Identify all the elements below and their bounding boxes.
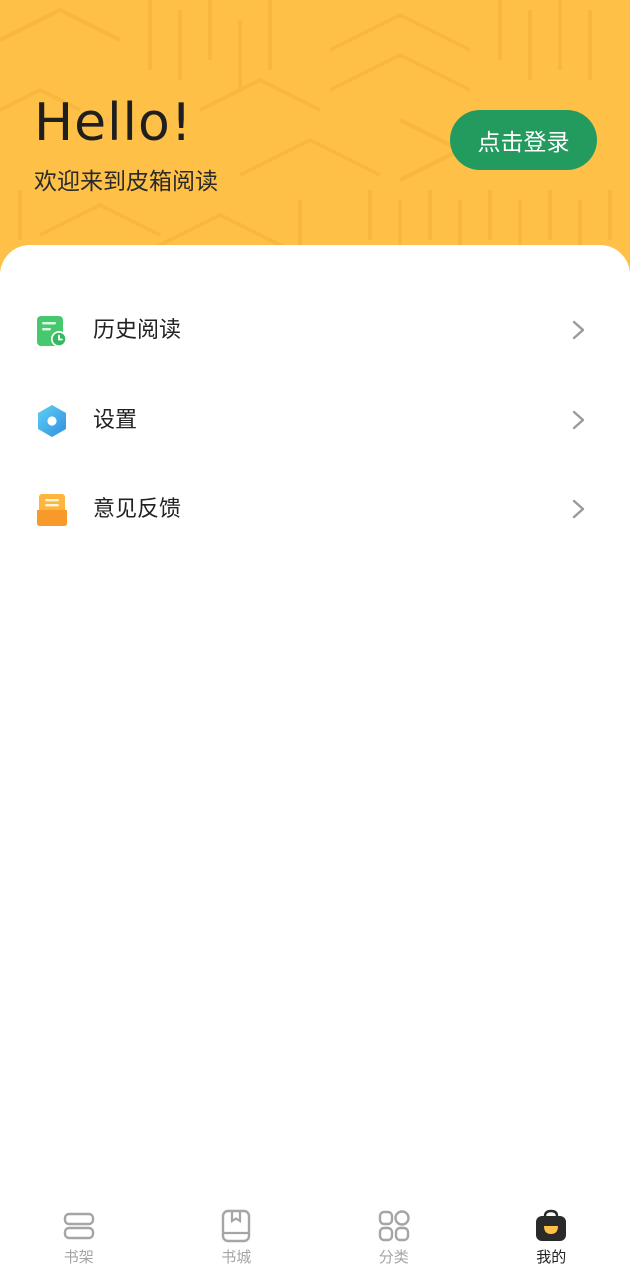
bookstore-icon (222, 1209, 251, 1243)
bottom-navigation: 书架 书城 分类 我的 (0, 1200, 630, 1280)
settings-hexagon-icon (38, 404, 66, 437)
chevron-right-icon (572, 410, 585, 429)
chevron-right-icon (572, 499, 585, 519)
nav-label: 书城 (221, 1248, 252, 1266)
menu-item-label: 意见反馈 (93, 497, 182, 522)
nav-item-bookstore[interactable]: 书城 (158, 1200, 316, 1280)
welcome-subtitle: 欢迎来到皮箱阅读 (34, 169, 218, 195)
menu-item-history[interactable]: 历史阅读 (0, 287, 630, 377)
menu-item-feedback[interactable]: 意见反馈 (0, 466, 630, 556)
menu-list: 历史阅读 设置 意见反馈 (0, 287, 630, 556)
login-button[interactable]: 点击登录 (450, 110, 597, 170)
chevron-right-icon (572, 320, 585, 340)
nav-label: 书架 (63, 1248, 94, 1266)
greeting-title: Hello! (34, 93, 193, 153)
category-grid-icon (378, 1210, 410, 1242)
menu-card: 历史阅读 设置 意见反馈 (0, 245, 630, 1200)
history-book-icon (37, 316, 67, 347)
bookshelf-icon (63, 1212, 94, 1240)
menu-item-settings[interactable]: 设置 (0, 377, 630, 467)
menu-item-label: 设置 (93, 407, 138, 433)
nav-item-bookshelf[interactable]: 书架 (0, 1200, 158, 1280)
nav-item-profile[interactable]: 我的 (473, 1200, 630, 1280)
profile-bag-icon (536, 1209, 567, 1241)
menu-item-label: 历史阅读 (93, 318, 182, 343)
nav-label: 分类 (378, 1248, 409, 1266)
profile-page: Hello! 欢迎来到皮箱阅读 点击登录 历史阅读 设置 意见反馈 书架 书城 … (0, 0, 630, 1280)
nav-label: 我的 (536, 1248, 567, 1266)
nav-item-category[interactable]: 分类 (315, 1200, 473, 1280)
feedback-icon (37, 494, 67, 526)
